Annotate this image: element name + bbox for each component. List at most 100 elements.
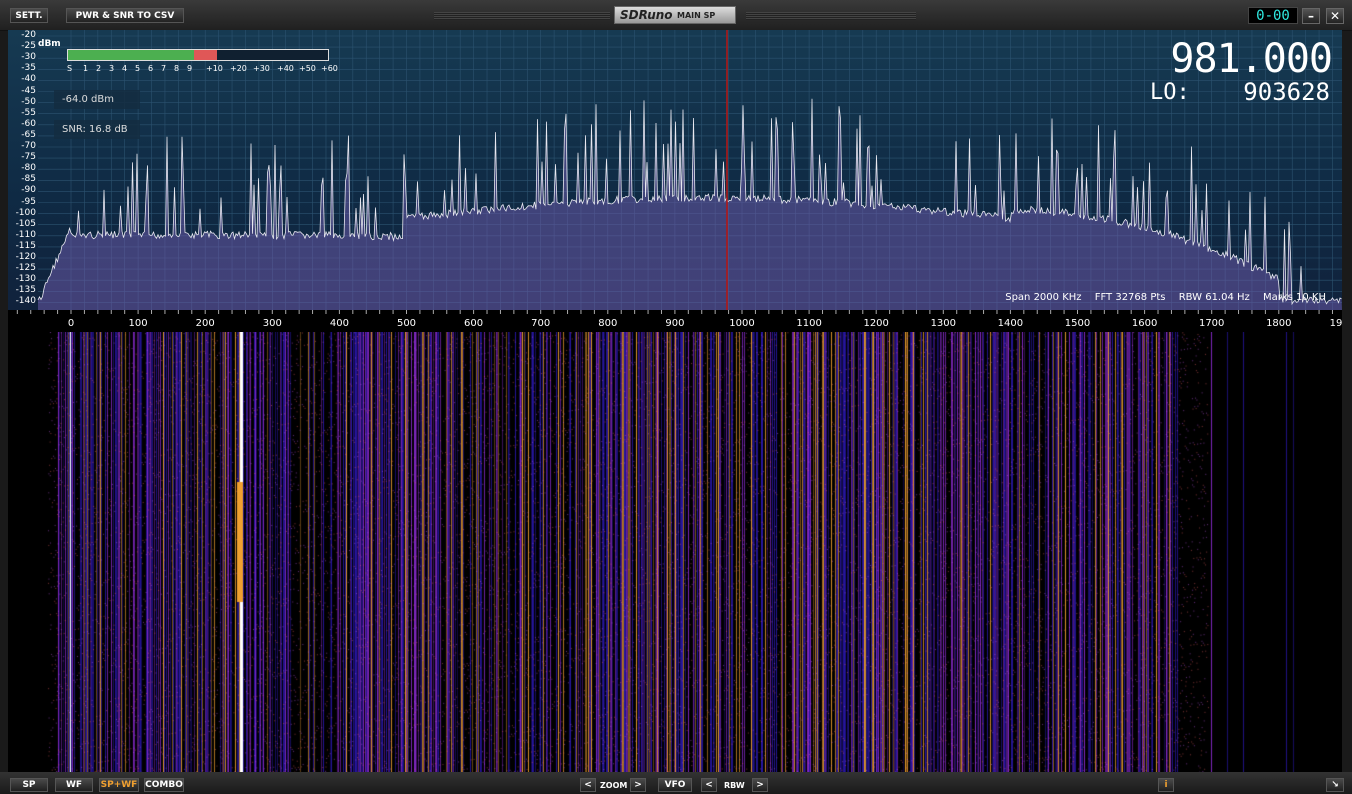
frequency-tick-label: 600 — [464, 318, 484, 329]
s-meter-tick-label: 6 — [148, 64, 154, 73]
combo-view-button[interactable]: COMBO — [144, 778, 184, 792]
snr-readout: SNR: 16.8 dB — [54, 120, 140, 139]
zoom-label: ZOOM — [600, 781, 628, 790]
dbm-unit-label: dBm — [38, 39, 61, 49]
frequency-tick-label: 1100 — [796, 318, 822, 329]
dbm-tick-label: -130 — [15, 274, 36, 285]
frequency-axis[interactable]: 0 100 200 300 400 500 600 700 800 900 1000 1100 1200… — [8, 310, 1342, 332]
dbm-tick-label: -20 — [21, 30, 36, 40]
frequency-tick-label: 400 — [329, 318, 349, 329]
s-meter-tick-label: S — [67, 64, 73, 73]
s-meter-over-fill — [194, 50, 218, 60]
dbm-tick-label: -45 — [21, 85, 36, 96]
frequency-tick-label: 1800 — [1266, 318, 1292, 329]
lo-frequency[interactable]: 903628 — [1243, 78, 1330, 106]
frequency-tick-label: 0 — [67, 318, 75, 329]
dbm-tick-label: -115 — [15, 240, 36, 251]
frequency-axis-ticks — [16, 310, 1333, 314]
frequency-tick-label: 100 — [128, 318, 148, 329]
frequency-tick-label: 800 — [598, 318, 618, 329]
frequency-tick-label: 1200 — [863, 318, 889, 329]
frequency-tick-label: 1700 — [1198, 318, 1225, 329]
frequency-tick-label: 1500 — [1064, 318, 1091, 329]
dbm-tick-label: -110 — [15, 229, 36, 240]
frequency-tick-label: 500 — [396, 318, 417, 329]
dbm-tick-label: -85 — [21, 174, 36, 185]
rbw-up-button[interactable]: > — [752, 778, 768, 792]
drag-grip-right[interactable] — [746, 12, 916, 20]
s-meter-tick-label: 7 — [161, 64, 167, 73]
s-meter-tick-label: 2 — [96, 64, 102, 73]
s-meter-tick-label: 3 — [109, 64, 115, 73]
window-name: MAIN SP — [677, 11, 716, 20]
settings-button[interactable]: SETT. — [10, 8, 48, 23]
wf-view-button[interactable]: WF — [55, 778, 93, 792]
resize-grip[interactable]: ↘ — [1326, 778, 1344, 792]
frequency-tick-label: 1000 — [729, 318, 755, 329]
span-info: Span 2000 KHz — [1005, 292, 1082, 303]
frequency-tick-label: 300 — [262, 318, 282, 329]
minimize-button[interactable]: – — [1302, 8, 1320, 24]
rbw-info: RBW 61.04 Hz — [1178, 292, 1250, 303]
app-logo-text: SDRuno — [620, 8, 673, 22]
dbm-tick-label: -120 — [15, 252, 36, 262]
title-bar: SETT. PWR & SNR TO CSV SDRuno MAIN SP 0-… — [0, 0, 1352, 31]
info-button[interactable]: i — [1158, 778, 1174, 792]
dbm-tick-label: -75 — [21, 152, 36, 163]
dbm-tick-label: -60 — [21, 118, 36, 129]
dbm-tick-label: -70 — [21, 141, 36, 151]
s-meter-tick-label: 9 — [187, 64, 193, 73]
frequency-tick-label: 19 — [1329, 318, 1343, 329]
dbm-tick-label: -80 — [21, 163, 36, 174]
frequency-display[interactable]: 981.000 — [1170, 36, 1333, 82]
frequency-tick-label: 1400 — [997, 318, 1024, 329]
fft-info: FFT 32768 Pts — [1094, 292, 1166, 303]
frequency-tick-label: 1300 — [930, 318, 957, 329]
dbm-tick-label: -125 — [15, 263, 36, 274]
sp-view-button[interactable]: SP — [10, 778, 48, 792]
waterfall-canvas[interactable] — [8, 332, 1342, 772]
pwr-snr-csv-button[interactable]: PWR & SNR TO CSV — [66, 8, 184, 23]
vfo-button[interactable]: VFO — [658, 778, 692, 792]
dbm-tick-label: -90 — [21, 185, 36, 196]
spectrum-fill — [38, 98, 1342, 310]
dbm-tick-label: -135 — [15, 285, 36, 296]
frequency-tick-label: 900 — [665, 318, 685, 329]
dbm-tick-label: -140 — [15, 296, 36, 307]
spwf-view-button[interactable]: SP+WF — [99, 778, 139, 792]
s-meter-tick-label: 5 — [135, 64, 141, 73]
dbm-tick-label: -95 — [21, 196, 36, 207]
dbm-tick-label: -55 — [21, 107, 36, 118]
spectrum-status: Span 2000 KHz FFT 32768 Pts RBW 61.04 Hz… — [995, 292, 1326, 303]
s-meter-tick-label: +30 — [253, 64, 270, 73]
s-meter-tick-label: +10 — [206, 64, 223, 73]
lo-label: LO: — [1150, 80, 1190, 105]
dbm-tick-label: -100 — [15, 207, 36, 218]
s-meter-tick-label: 1 — [83, 64, 89, 73]
rbw-label: RBW — [724, 781, 745, 790]
s-meter-tick-label: 4 — [122, 64, 128, 73]
waterfall-display[interactable] — [8, 332, 1342, 772]
app-logo: SDRuno MAIN SP — [614, 6, 736, 24]
power-readout: -64.0 dBm — [54, 90, 140, 109]
dbm-tick-label: -40 — [21, 74, 36, 85]
rbw-down-button[interactable]: < — [701, 778, 717, 792]
s-meter-tick-label: 8 — [174, 64, 180, 73]
close-button[interactable]: ✕ — [1326, 8, 1344, 24]
dbm-tick-label: -65 — [21, 129, 36, 140]
dbm-tick-label: -25 — [21, 41, 36, 52]
bottom-toolbar: SP WF SP+WF COMBO < ZOOM > VFO < RBW > i… — [0, 772, 1352, 794]
zoom-in-button[interactable]: > — [630, 778, 646, 792]
dbm-scale: -20 -25 -30 -35 -40 -45 -50 -55 -60 -65 -70 -75 -80-… — [8, 30, 46, 310]
s-meter — [67, 49, 329, 61]
dbm-tick-label: -105 — [15, 218, 36, 229]
s-meter-tick-label: +60 — [321, 64, 338, 73]
frequency-tick-label: 700 — [531, 318, 551, 329]
clock-display: 0-00 — [1248, 7, 1298, 24]
drag-grip-left[interactable] — [434, 12, 610, 20]
spectrum-display[interactable]: -20 -25 -30 -35 -40 -45 -50 -55 -60 -65 -70 -75 -80-… — [8, 30, 1342, 310]
zoom-out-button[interactable]: < — [580, 778, 596, 792]
dbm-tick-label: -50 — [21, 96, 36, 107]
marks-info: Marks 10 KH — [1262, 292, 1326, 303]
s-meter-tick-label: +20 — [230, 64, 247, 73]
